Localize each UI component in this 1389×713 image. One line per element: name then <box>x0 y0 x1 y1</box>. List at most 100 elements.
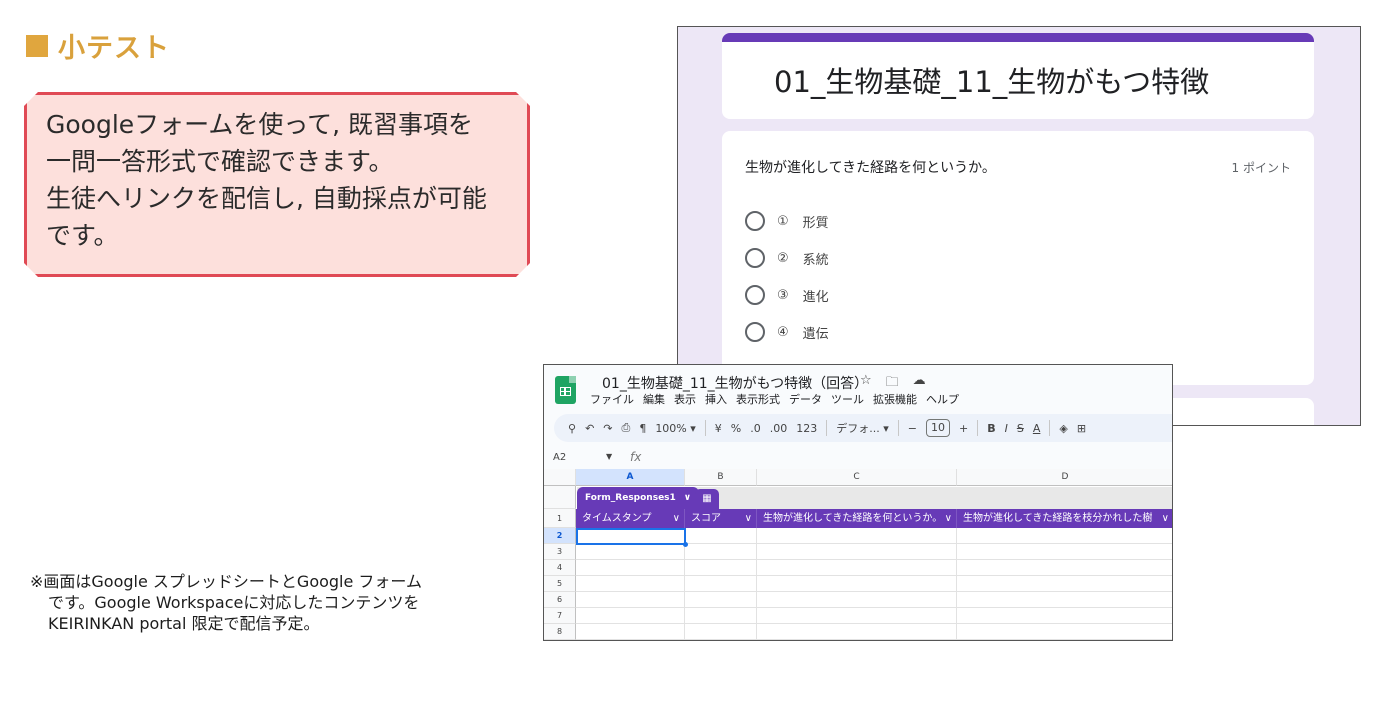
description-line: です。 <box>46 221 119 250</box>
square-bullet-icon <box>26 34 48 57</box>
table-header-timestamp[interactable]: タイムスタンプ ∨ <box>576 509 685 528</box>
menu-data[interactable]: データ <box>789 391 822 407</box>
paint-format-icon[interactable]: ¶ <box>639 422 646 435</box>
grid-cell[interactable] <box>685 528 757 544</box>
bold-button[interactable]: B <box>987 422 995 435</box>
radio-icon[interactable] <box>745 248 765 268</box>
section-heading-text: 小テスト <box>58 33 170 64</box>
menu-format[interactable]: 表示形式 <box>736 391 780 407</box>
borders-icon[interactable]: ⊞ <box>1077 422 1086 435</box>
menu-tools[interactable]: ツール <box>831 391 864 407</box>
number-format-button[interactable]: 123 <box>796 422 817 435</box>
option-1[interactable]: ① 形質 <box>745 211 829 231</box>
menu-view[interactable]: 表示 <box>674 391 696 407</box>
menu-file[interactable]: ファイル <box>590 391 634 407</box>
increase-decimal-button[interactable]: .00 <box>770 422 788 435</box>
search-icon[interactable]: ⚲ <box>568 422 576 435</box>
active-cell-a2[interactable] <box>576 528 686 545</box>
redo-icon[interactable]: ↷ <box>603 422 612 435</box>
column-header-d[interactable]: D <box>957 469 1172 486</box>
grid-cell[interactable] <box>757 608 957 624</box>
undo-icon[interactable]: ↶ <box>585 422 594 435</box>
grid-cell[interactable] <box>685 592 757 608</box>
chevron-down-icon[interactable]: ∨ <box>745 509 752 528</box>
grid-cell[interactable] <box>957 576 1172 592</box>
row-header-2[interactable]: 2 <box>544 528 576 544</box>
print-icon[interactable]: ⎙ <box>622 421 631 435</box>
grid-cell[interactable] <box>757 624 957 640</box>
grid-cell[interactable] <box>957 592 1172 608</box>
font-select[interactable]: デフォ... ▾ <box>836 420 889 436</box>
grid-cell[interactable] <box>685 624 757 640</box>
grid-cell[interactable] <box>957 544 1172 560</box>
radio-icon[interactable] <box>745 211 765 231</box>
menu-extensions[interactable]: 拡張機能 <box>873 391 917 407</box>
grid-cell[interactable] <box>576 592 685 608</box>
chevron-down-icon[interactable]: ▼ <box>606 452 612 461</box>
radio-icon[interactable] <box>745 285 765 305</box>
font-size-decrease-button[interactable]: − <box>908 422 917 435</box>
menu-insert[interactable]: 挿入 <box>705 391 727 407</box>
option-4[interactable]: ④ 遺伝 <box>745 322 829 342</box>
grid-cell[interactable] <box>576 544 685 560</box>
chevron-down-icon[interactable]: ∨ <box>945 509 952 528</box>
percent-button[interactable]: % <box>731 422 741 435</box>
name-box[interactable]: A2 <box>553 452 566 463</box>
currency-button[interactable]: ¥ <box>715 422 722 435</box>
grid-cell[interactable] <box>576 608 685 624</box>
chevron-down-icon[interactable]: ∨ <box>1162 509 1169 528</box>
grid-cell[interactable] <box>576 576 685 592</box>
corner-cell[interactable] <box>544 469 576 486</box>
option-label: 進化 <box>802 289 829 305</box>
grid-cell[interactable] <box>685 608 757 624</box>
row-header-1[interactable]: 1 <box>544 509 576 528</box>
grid-cell[interactable] <box>757 528 957 544</box>
radio-icon[interactable] <box>745 322 765 342</box>
strikethrough-button[interactable]: S <box>1017 422 1024 435</box>
table-name-tab[interactable]: Form_Responses1 ∨ <box>577 487 700 509</box>
menu-edit[interactable]: 編集 <box>643 391 665 407</box>
fill-handle[interactable] <box>683 542 688 547</box>
option-number: ② <box>777 250 789 266</box>
grid-cell[interactable] <box>757 560 957 576</box>
column-header-b[interactable]: B <box>685 469 757 486</box>
decrease-decimal-button[interactable]: .0 <box>750 422 761 435</box>
font-size-input[interactable]: 10 <box>926 419 950 437</box>
chevron-down-icon[interactable]: ∨ <box>673 509 680 528</box>
zoom-select[interactable]: 100% ▾ <box>655 422 695 435</box>
table-header-score[interactable]: スコア ∨ <box>685 509 757 528</box>
row-header-6[interactable]: 6 <box>544 592 576 608</box>
grid-cell[interactable] <box>957 624 1172 640</box>
italic-button[interactable]: I <box>1005 422 1008 435</box>
row-header-7[interactable]: 7 <box>544 608 576 624</box>
grid-cell[interactable] <box>957 608 1172 624</box>
fill-color-icon[interactable]: ◈ <box>1059 422 1067 435</box>
sheets-logo-icon[interactable] <box>555 376 576 404</box>
table-header-q2[interactable]: 生物が進化してきた経路を枝分かれした樹 ∨ <box>957 509 1172 528</box>
text-color-button[interactable]: A <box>1033 422 1041 435</box>
row-header-4[interactable]: 4 <box>544 560 576 576</box>
menu-help[interactable]: ヘルプ <box>926 391 959 407</box>
grid-cell[interactable] <box>576 560 685 576</box>
table-header-q1[interactable]: 生物が進化してきた経路を何というか。 ∨ <box>757 509 957 528</box>
column-header-c[interactable]: C <box>757 469 957 486</box>
font-size-increase-button[interactable]: + <box>959 422 968 435</box>
grid-cell[interactable] <box>957 560 1172 576</box>
document-title[interactable]: 01_生物基礎_11_生物がもつ特徴（回答） <box>602 373 868 393</box>
grid-cell[interactable] <box>757 592 957 608</box>
row-header-3[interactable]: 3 <box>544 544 576 560</box>
grid-cell[interactable] <box>757 576 957 592</box>
column-header-a[interactable]: A <box>576 469 685 486</box>
form-title: 01_生物基礎_11_生物がもつ特徴 <box>774 65 1210 99</box>
grid-cell[interactable] <box>685 544 757 560</box>
row-header-5[interactable]: 5 <box>544 576 576 592</box>
option-3[interactable]: ③ 進化 <box>745 285 829 305</box>
grid-cell[interactable] <box>576 624 685 640</box>
grid-cell[interactable] <box>757 544 957 560</box>
grid-cell[interactable] <box>685 576 757 592</box>
grid-cell[interactable] <box>957 528 1172 544</box>
row-header-8[interactable]: 8 <box>544 624 576 640</box>
table-view-icon[interactable]: ▦ <box>695 489 719 509</box>
grid-cell[interactable] <box>685 560 757 576</box>
option-2[interactable]: ② 系統 <box>745 248 829 268</box>
